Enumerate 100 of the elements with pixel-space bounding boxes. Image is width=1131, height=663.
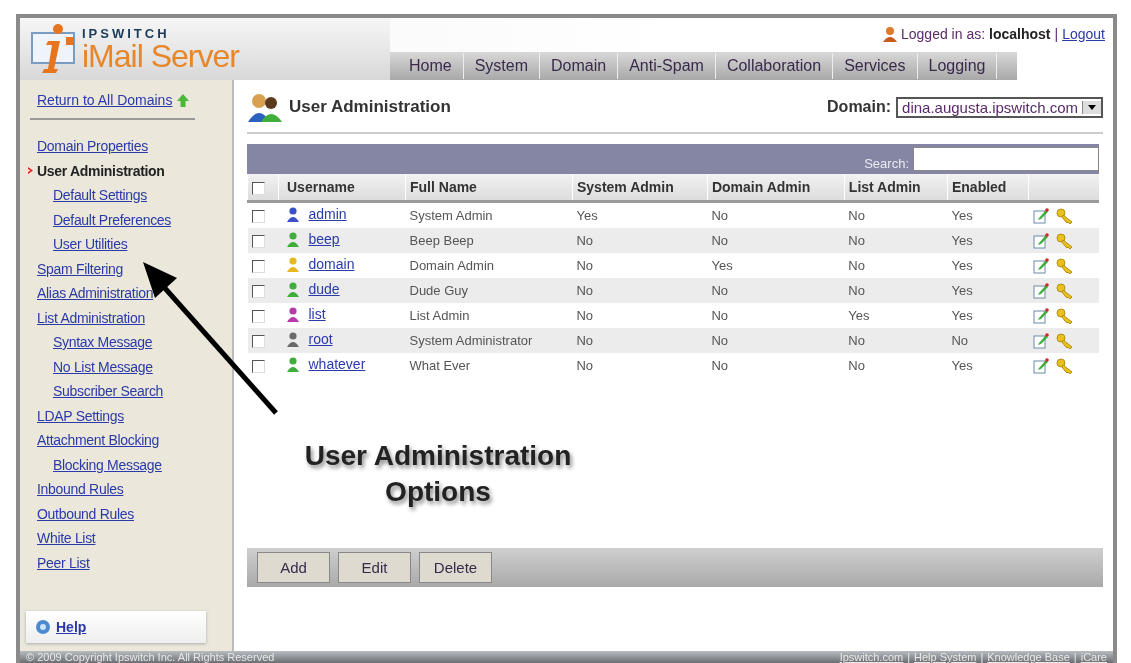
edit-icon[interactable]	[1032, 332, 1049, 349]
user-icon	[883, 26, 897, 42]
row-checkbox[interactable]	[251, 210, 265, 224]
page-title: User Administration	[289, 97, 451, 117]
table-cell: Yes	[947, 303, 1029, 328]
copyright-text: © 2009 Copyright Ipswitch Inc. All Rights Reserved	[26, 651, 275, 663]
table-cell: Yes	[947, 278, 1029, 303]
sidebar-subitem[interactable]: Blocking Message	[53, 456, 162, 473]
username-link[interactable]: root	[308, 331, 333, 348]
table-cell: System Admin	[405, 201, 573, 228]
username-link[interactable]: domain	[308, 256, 355, 273]
table-cell: Beep Beep	[405, 228, 573, 253]
nav-tab[interactable]: Domain	[540, 53, 619, 79]
edit-icon[interactable]	[1032, 282, 1049, 299]
sidebar-subitem[interactable]: Default Preferences	[53, 211, 172, 228]
sidebar-item[interactable]: Domain Properties	[37, 138, 148, 154]
table-cell: Yes	[947, 201, 1029, 228]
edit-icon[interactable]	[1032, 307, 1049, 324]
help-button[interactable]: Help	[26, 611, 206, 643]
column-header[interactable]: Enabled	[947, 174, 1029, 202]
username-link[interactable]: whatever	[308, 356, 366, 373]
nav-tab[interactable]: Home	[398, 53, 464, 79]
table-cell: No	[844, 353, 948, 378]
nav-tab[interactable]: Logging	[917, 53, 998, 79]
sidebar-item[interactable]: Alias Administration	[37, 285, 154, 301]
row-checkbox[interactable]	[251, 235, 265, 249]
table-cell: Yes	[947, 353, 1029, 378]
sidebar-subitem[interactable]: User Utilities	[53, 236, 128, 252]
users-icon	[247, 92, 283, 122]
table-cell: No	[947, 328, 1029, 353]
column-header[interactable]: Username	[278, 174, 406, 202]
separator-text: |	[980, 651, 984, 663]
sidebar-item[interactable]: Spam Filtering	[37, 260, 124, 277]
sidebar-item[interactable]: Peer List	[37, 554, 90, 571]
username-link[interactable]: dude	[308, 281, 340, 298]
select-all-checkbox[interactable]	[252, 181, 265, 195]
annotation-text: User Administration Options	[303, 439, 573, 509]
column-header[interactable]: System Admin	[572, 174, 708, 202]
help-icon	[36, 620, 50, 634]
sidebar-subitem[interactable]: No List Message	[53, 358, 153, 375]
key-icon[interactable]	[1056, 282, 1075, 299]
return-link[interactable]: Return to All Domains	[37, 92, 173, 108]
key-icon[interactable]	[1056, 332, 1075, 349]
table-cell: No	[707, 353, 845, 378]
row-checkbox[interactable]	[251, 310, 265, 324]
table-cell: Yes	[572, 201, 708, 228]
sidebar-subitem[interactable]: Default Settings	[53, 187, 148, 203]
table-cell: Yes	[844, 303, 948, 328]
action-button[interactable]: Edit	[338, 552, 411, 583]
sidebar-item[interactable]: LDAP Settings	[37, 407, 124, 424]
table-cell: Yes	[947, 228, 1029, 253]
table-cell: No	[572, 228, 708, 253]
sidebar-item[interactable]: Attachment Blocking	[37, 432, 159, 448]
row-checkbox[interactable]	[251, 285, 265, 299]
up-arrow-icon	[177, 93, 190, 107]
nav-tab[interactable]: Collaboration	[715, 53, 834, 79]
username-link[interactable]: list	[308, 306, 326, 323]
username-link[interactable]: admin	[308, 206, 347, 223]
column-header[interactable]: List Admin	[844, 174, 948, 202]
key-icon[interactable]	[1056, 257, 1075, 274]
column-header[interactable]: Full Name	[405, 174, 573, 202]
nav-tab[interactable]: Anti-Spam	[618, 53, 716, 79]
logo-icon	[30, 23, 78, 75]
table-cell: No	[572, 253, 708, 278]
username-link[interactable]: beep	[308, 231, 340, 248]
sidebar-item[interactable]: User Administration	[37, 162, 165, 179]
logout-link[interactable]: Logout	[1062, 26, 1105, 42]
table-cell: What Ever	[405, 353, 573, 378]
sidebar-subitem[interactable]: Subscriber Search	[53, 383, 164, 399]
sidebar-item[interactable]: White List	[37, 530, 96, 546]
row-checkbox[interactable]	[251, 335, 265, 349]
nav-tab[interactable]: Services	[833, 53, 918, 79]
key-icon[interactable]	[1056, 207, 1075, 224]
sidebar-item[interactable]: List Administration	[37, 309, 145, 326]
edit-icon[interactable]	[1032, 357, 1049, 374]
table-cell: No	[844, 228, 948, 253]
separator-text: |	[1054, 26, 1059, 42]
search-field[interactable]	[913, 147, 1099, 171]
key-icon[interactable]	[1056, 357, 1075, 374]
row-checkbox[interactable]	[251, 360, 265, 374]
row-checkbox[interactable]	[251, 260, 265, 274]
key-icon[interactable]	[1056, 307, 1075, 324]
sidebar-item[interactable]: Outbound Rules	[37, 505, 134, 522]
edit-icon[interactable]	[1032, 232, 1049, 249]
table-cell: No	[844, 253, 948, 278]
action-button[interactable]: Add	[257, 552, 330, 583]
nav-tab[interactable]: System	[463, 53, 541, 79]
domain-select[interactable]: dina.augusta.ipswitch.com	[896, 96, 1103, 118]
sidebar-item[interactable]: Inbound Rules	[37, 481, 124, 497]
table-cell: No	[707, 228, 845, 253]
action-button[interactable]: Delete	[419, 552, 492, 583]
table-cell: Dude Guy	[405, 278, 573, 303]
edit-icon[interactable]	[1032, 207, 1049, 224]
edit-icon[interactable]	[1032, 257, 1049, 274]
key-icon[interactable]	[1056, 232, 1075, 249]
table-cell: Yes	[707, 253, 845, 278]
column-header[interactable]: Domain Admin	[707, 174, 845, 202]
sidebar-subitem[interactable]: Syntax Message	[53, 334, 153, 350]
table-cell: No	[844, 278, 948, 303]
search-label: Search:	[864, 156, 910, 173]
